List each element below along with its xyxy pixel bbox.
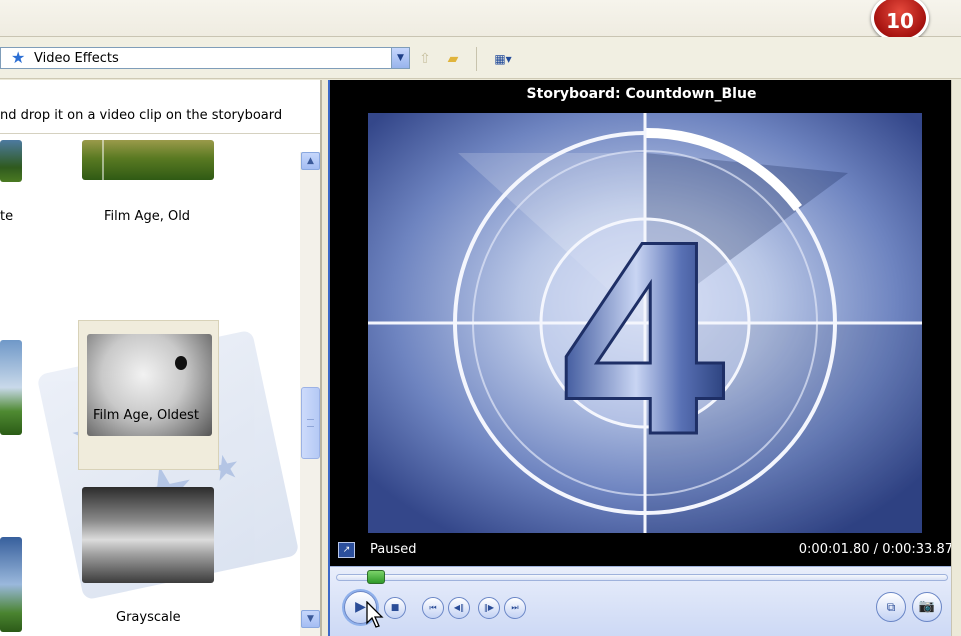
playback-controls: ▶ ■ ⏮ ◀‖ ‖▶ ⏭ ⧉ 📷 bbox=[330, 566, 953, 636]
effects-grid: ★ ★ ★ ★ te Film Age, Old Film Age, Oldes… bbox=[0, 135, 300, 636]
playback-status: Paused bbox=[370, 542, 417, 557]
previous-frame-start-button[interactable]: ⏮ bbox=[422, 597, 444, 619]
new-folder-icon[interactable]: ▰ bbox=[442, 49, 464, 69]
effect-caption: Film Age, Oldest bbox=[93, 408, 199, 423]
mouse-cursor-icon bbox=[366, 601, 384, 628]
vertical-scrollbar[interactable]: ▲ ▼ bbox=[300, 152, 320, 636]
window-edge bbox=[951, 80, 961, 636]
collection-label: Video Effects bbox=[34, 51, 119, 66]
pane-splitter[interactable] bbox=[321, 80, 328, 636]
grayscale-thumbnail[interactable] bbox=[82, 487, 214, 583]
status-row: ↗ Paused 0:00:01.80 / 0:00:33.87 bbox=[330, 538, 953, 564]
countdown-number: 4 bbox=[555, 193, 736, 495]
effect-caption: Film Age, Old bbox=[104, 209, 191, 224]
monitor-title: Storyboard: Countdown_Blue bbox=[526, 86, 757, 102]
effects-pane: nd drop it on a video clip on the storyb… bbox=[0, 80, 321, 636]
views-icon[interactable]: ▦▾ bbox=[489, 49, 517, 69]
effect-thumbnail[interactable] bbox=[0, 537, 22, 632]
fullscreen-icon[interactable]: ↗ bbox=[338, 542, 355, 558]
collection-dropdown[interactable]: ★ Video Effects ▼ bbox=[0, 47, 410, 69]
scroll-up-arrow-icon[interactable]: ▲ bbox=[301, 152, 320, 170]
preview-monitor: Storyboard: Countdown_Blue 4 ↗ Paused 0:… bbox=[328, 80, 953, 636]
take-picture-button[interactable]: 📷 bbox=[912, 592, 942, 622]
seek-bar[interactable] bbox=[336, 574, 948, 581]
time-readout: 0:00:01.80 / 0:00:33.87 bbox=[798, 542, 953, 557]
toolbar-separator bbox=[476, 47, 477, 71]
star-icon: ★ bbox=[11, 48, 26, 67]
chevron-down-icon[interactable]: ▼ bbox=[391, 48, 409, 68]
scrollbar-thumb[interactable] bbox=[301, 387, 320, 459]
movie-maker-window: 10 ★ Video Effects ▼ ⇧ ▰ ▦▾ nd drop it o… bbox=[0, 0, 961, 636]
scroll-down-arrow-icon[interactable]: ▼ bbox=[301, 610, 320, 628]
up-folder-icon[interactable]: ⇧ bbox=[414, 49, 436, 69]
instruction-text: nd drop it on a video clip on the storyb… bbox=[0, 80, 320, 134]
effect-caption: te bbox=[0, 209, 14, 224]
effect-caption: Grayscale bbox=[116, 610, 181, 625]
grip-icon bbox=[307, 419, 314, 427]
countdown-leader: 4 bbox=[368, 113, 922, 533]
rewind-button[interactable]: ◀‖ bbox=[448, 597, 470, 619]
collections-toolbar: ★ Video Effects ▼ ⇧ ▰ ▦▾ bbox=[0, 37, 961, 79]
stop-button[interactable]: ■ bbox=[384, 597, 406, 619]
video-preview: 4 bbox=[368, 113, 922, 533]
effect-thumbnail[interactable] bbox=[0, 340, 22, 435]
forward-button[interactable]: ‖▶ bbox=[478, 597, 500, 619]
effect-thumbnail[interactable] bbox=[0, 140, 22, 182]
top-strip: 10 bbox=[0, 0, 961, 42]
step-badge: 10 bbox=[871, 0, 929, 42]
seek-thumb[interactable] bbox=[367, 570, 386, 584]
film-age-old-thumbnail[interactable] bbox=[82, 140, 214, 180]
split-clip-button[interactable]: ⧉ bbox=[876, 592, 906, 622]
next-end-button[interactable]: ⏭ bbox=[504, 597, 526, 619]
